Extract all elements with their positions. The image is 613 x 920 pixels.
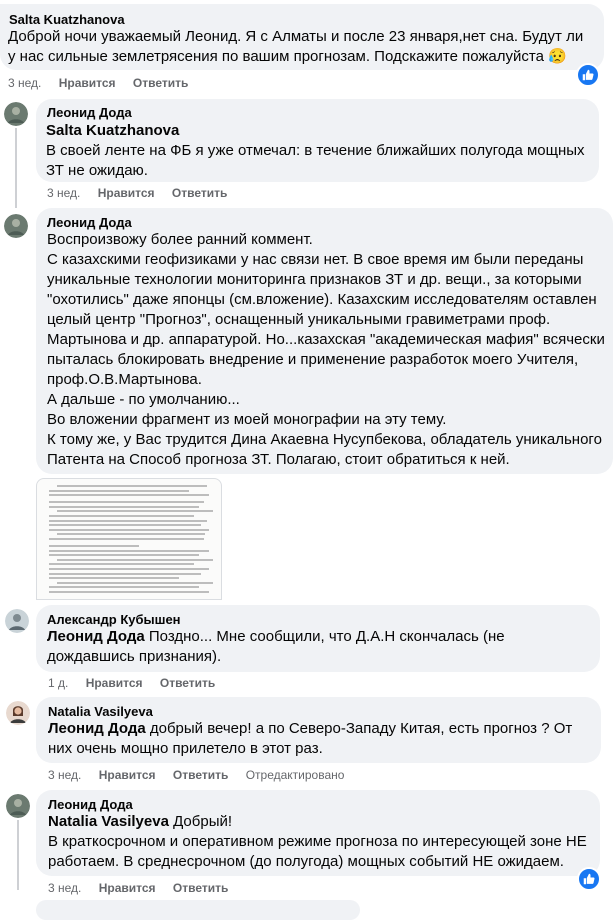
mention-link[interactable]: Леонид Дода [48,720,146,737]
attached-document-image[interactable] [36,478,222,600]
avatar[interactable] [4,214,28,238]
document-text-line [57,581,213,584]
document-text-line [49,524,201,527]
comment-text: Воспроизвожу более ранний коммент. С каз… [47,231,605,468]
comment-author[interactable]: Salta Kuatzhanova [9,12,125,27]
document-text-line [49,591,209,593]
comment-text: Леонид Дода Поздно... Мне сообщили, что … [47,628,505,665]
document-text-line [49,568,209,570]
document-text-line [49,501,204,504]
document-text-line [57,533,205,536]
thumbs-up-icon[interactable] [577,867,601,891]
comment-author[interactable]: Natalia Vasilyeva [48,704,153,719]
like-button[interactable]: Нравится [98,186,155,200]
comment-timestamp[interactable]: 3 нед. [47,186,80,200]
document-text-line [49,572,201,575]
document-text-line [57,485,207,487]
document-text-line [49,545,139,547]
thumbs-up-icon[interactable] [576,63,600,87]
comment-author[interactable]: Леонид Дода [47,105,132,120]
thread-line [15,128,17,208]
avatar[interactable] [4,102,28,126]
document-text-line [57,558,213,561]
edited-label: Отредактировано [245,768,345,782]
document-text-line [49,538,204,540]
mention-link[interactable]: Salta Kuatzhanova [46,121,585,141]
comment-text: Доброй ночи уважаемый Леонид. Я с Алматы… [8,28,584,65]
document-text-line [49,489,189,492]
comment-author[interactable]: Александр Кубышен [47,612,181,627]
comment-timestamp[interactable]: 3 нед. [48,881,81,895]
document-text-line [49,519,207,522]
like-button[interactable]: Нравится [99,881,156,895]
comment-actions: 3 нед. Нравится Ответить [47,186,241,200]
document-text-line [49,586,199,589]
comment-actions: 3 нед. Нравится Ответить [8,76,202,90]
reply-button[interactable]: Ответить [173,768,228,782]
mention-link[interactable]: Леонид Дода [47,628,145,645]
document-text-line [57,510,213,513]
document-text-line [49,563,194,566]
document-text-line [49,549,209,552]
comment-text: Леонид Дода добрый вечер! а по Северо-За… [48,720,573,757]
document-text-line [49,515,194,517]
document-text-line [49,577,179,580]
document-text-line [49,554,199,557]
comment-author[interactable]: Леонид Дода [47,215,132,230]
reply-button[interactable]: Ответить [172,186,227,200]
comment-actions: 3 нед. Нравится Ответить [48,881,242,895]
comment-timestamp[interactable]: 3 нед. [48,768,81,782]
reply-button[interactable]: Ответить [173,881,228,895]
like-button[interactable]: Нравится [99,768,156,782]
document-text-line [49,528,209,531]
comment-text: Salta Kuatzhanova В своей ленте на ФБ я … [46,121,585,179]
comment-bubble-next [36,900,360,920]
avatar[interactable] [6,794,30,818]
comment-actions: 3 нед. Нравится Ответить Отредактировано [48,768,358,782]
document-text-line [49,494,209,497]
comment-author[interactable]: Леонид Дода [48,797,133,812]
avatar[interactable] [6,701,30,725]
comment-timestamp[interactable]: 1 д. [48,676,68,690]
document-text-line [49,505,199,508]
comment-timestamp[interactable]: 3 нед. [8,76,41,90]
mention-link[interactable]: Natalia Vasilyeva [48,813,169,830]
comment-text: Natalia Vasilyeva Добрый! В краткосрочно… [48,813,587,870]
like-button[interactable]: Нравится [86,676,143,690]
avatar[interactable] [5,609,29,633]
reply-button[interactable]: Ответить [133,76,188,90]
comment-actions: 1 д. Нравится Ответить [48,676,229,690]
reply-button[interactable]: Ответить [160,676,215,690]
like-button[interactable]: Нравится [59,76,116,90]
thread-line [17,820,19,890]
